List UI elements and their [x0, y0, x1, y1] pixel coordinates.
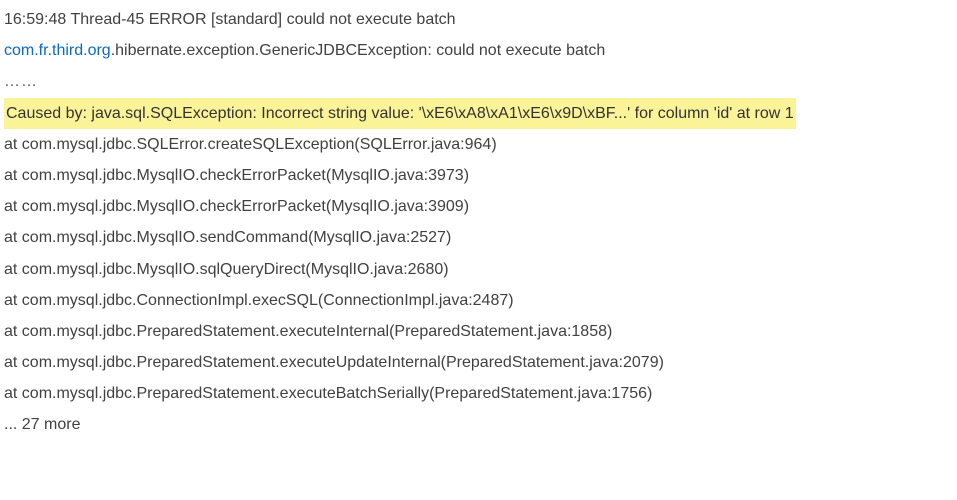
exception-line: com.fr.third.org.hibernate.exception.Gen…: [4, 35, 953, 66]
exception-rest: .hibernate.exception.GenericJDBCExceptio…: [111, 42, 606, 59]
timestamp: 16:59:48: [4, 11, 66, 28]
stack-frame: at com.mysql.jdbc.MysqlIO.checkErrorPack…: [4, 160, 953, 191]
package-link[interactable]: com.fr.third.org: [4, 42, 111, 59]
log-level: ERROR: [149, 11, 207, 28]
stack-frame: at com.mysql.jdbc.SQLError.createSQLExce…: [4, 129, 953, 160]
stack-frame: at com.mysql.jdbc.MysqlIO.sqlQueryDirect…: [4, 254, 953, 285]
stack-frame: at com.mysql.jdbc.PreparedStatement.exec…: [4, 378, 953, 409]
stack-frame: at com.mysql.jdbc.MysqlIO.checkErrorPack…: [4, 191, 953, 222]
stack-frame: at com.mysql.jdbc.PreparedStatement.exec…: [4, 316, 953, 347]
log-message: could not execute batch: [287, 11, 456, 28]
thread-name: Thread-45: [70, 11, 144, 28]
more-frames: ... 27 more: [4, 409, 953, 440]
caused-by-line: Caused by: java.sql.SQLException: Incorr…: [4, 98, 953, 129]
stack-frame: at com.mysql.jdbc.ConnectionImpl.execSQL…: [4, 285, 953, 316]
stack-frame: at com.mysql.jdbc.PreparedStatement.exec…: [4, 347, 953, 378]
ellipsis-line: ……: [4, 66, 953, 97]
stack-frame: at com.mysql.jdbc.MysqlIO.sendCommand(My…: [4, 222, 953, 253]
log-context: [standard]: [211, 11, 282, 28]
log-header-line: 16:59:48 Thread-45 ERROR [standard] coul…: [4, 4, 953, 35]
caused-by-highlight: Caused by: java.sql.SQLException: Incorr…: [4, 98, 796, 129]
